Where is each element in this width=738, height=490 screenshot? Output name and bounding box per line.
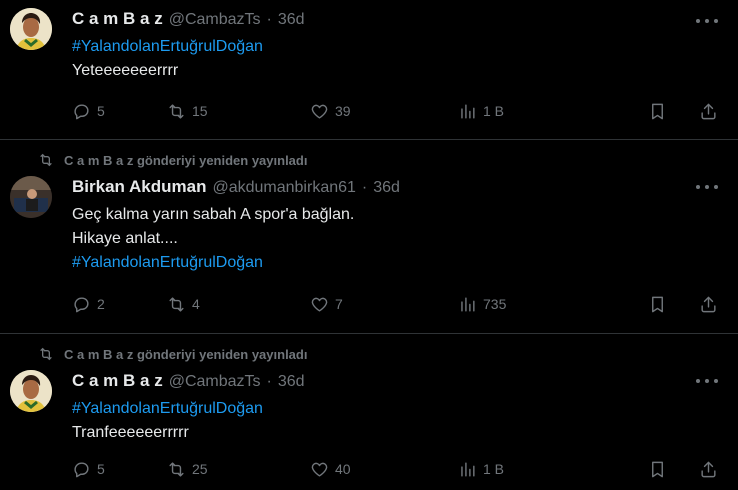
reply-icon [72,460,91,479]
more-icon[interactable] [696,14,718,28]
repost-indicator-icon [40,153,52,167]
repost-icon [167,460,186,479]
tweet[interactable]: C a m B a z gönderiyi yeniden yayınladı … [0,334,738,490]
avatar[interactable] [10,370,52,412]
tweet-header: C a m B a z @CambazTs · 36d [72,371,305,391]
views-button[interactable]: 1 B [458,102,576,121]
share-icon [699,460,718,479]
like-button[interactable]: 39 [310,102,458,121]
repost-text: C a m B a z gönderiyi yeniden yayınladı [64,152,308,168]
tweet-actions: 5 15 39 1 B [72,100,718,122]
tweet-header: Birkan Akduman @akdumanbirkan61 · 36d [72,177,400,197]
reply-icon [72,295,91,314]
view-count: 735 [483,296,507,312]
like-count: 39 [335,103,351,119]
share-icon [699,295,718,314]
avatar-man-yellow [10,8,52,50]
repost-icon [167,102,186,121]
share-button[interactable] [699,295,718,314]
like-button[interactable]: 7 [310,295,458,314]
repost-indicator[interactable]: C a m B a z gönderiyi yeniden yayınladı [38,152,307,168]
separator-dot: · [361,179,368,196]
hashtag-link[interactable]: #YalandolanErtuğrulDoğan [72,254,263,271]
separator-dot: · [266,373,272,390]
bookmark-button[interactable] [648,460,667,479]
tweet-text: Geç kalma yarın sabah A spor'a bağlan. H… [72,203,354,275]
tweet[interactable]: C a m B a z @CambazTs · 36d #YalandolanE… [0,0,738,140]
view-count: 1 B [483,461,505,477]
author-handle[interactable]: @CambazTs [169,11,261,29]
author-name[interactable]: C a m B a z [72,9,163,29]
share-icon [699,102,718,121]
avatar[interactable] [10,176,52,218]
tweet-header: C a m B a z @CambazTs · 36d [72,9,305,29]
bookmark-button[interactable] [648,102,667,121]
repost-indicator[interactable]: C a m B a z gönderiyi yeniden yayınladı [38,346,307,362]
bookmark-icon [648,460,667,479]
repost-count: 25 [192,461,208,477]
tweet-line: Yeteeeeeeerrrr [72,62,179,79]
views-button[interactable]: 735 [458,295,576,314]
like-icon [310,460,329,479]
tweet-line: Hikaye anlat.... [72,230,178,247]
share-button[interactable] [699,460,718,479]
tweet-text: #YalandolanErtuğrulDoğan Yeteeeeeeerrrr [72,35,263,83]
tweet-actions: 5 25 40 1 B [72,458,718,480]
author-handle[interactable]: @CambazTs [169,373,261,391]
repost-count: 4 [192,296,200,312]
reply-icon [72,102,91,121]
reply-button[interactable]: 2 [72,295,167,314]
author-name[interactable]: C a m B a z [72,371,163,391]
reply-count: 5 [97,461,105,477]
tweet-line: Geç kalma yarın sabah A spor'a bağlan. [72,206,355,223]
repost-count: 15 [192,103,208,119]
reply-button[interactable]: 5 [72,460,167,479]
like-icon [310,295,329,314]
view-count: 1 B [483,103,505,119]
views-button[interactable]: 1 B [458,460,576,479]
repost-button[interactable]: 15 [167,102,310,121]
views-icon [458,460,477,479]
author-handle[interactable]: @akdumanbirkan61 [212,179,355,197]
views-icon [458,295,477,314]
hashtag-link[interactable]: #YalandolanErtuğrulDoğan [72,38,263,55]
separator-dot: · [266,11,272,28]
repost-button[interactable]: 4 [167,295,310,314]
hashtag-link[interactable]: #YalandolanErtuğrulDoğan [72,400,263,417]
like-count: 40 [335,461,351,477]
tweet-time[interactable]: 36d [278,373,305,391]
repost-icon [167,295,186,314]
share-button[interactable] [699,102,718,121]
reply-count: 2 [97,296,105,312]
tweet-line: Tranfeeeeeerrrrr [72,424,189,441]
views-icon [458,102,477,121]
repost-button[interactable]: 25 [167,460,310,479]
like-count: 7 [335,296,343,312]
like-button[interactable]: 40 [310,460,458,479]
tweet-time[interactable]: 36d [373,179,400,197]
avatar[interactable] [10,8,52,50]
tweet-text: #YalandolanErtuğrulDoğan Tranfeeeeeerrrr… [72,397,263,445]
avatar-man-seated [10,176,52,218]
more-icon[interactable] [696,180,718,194]
avatar-man-yellow [10,370,52,412]
tweet-time[interactable]: 36d [278,11,305,29]
more-icon[interactable] [696,374,718,388]
reply-button[interactable]: 5 [72,102,167,121]
bookmark-icon [648,295,667,314]
author-name[interactable]: Birkan Akduman [72,177,206,197]
tweet-actions: 2 4 7 735 [72,293,718,315]
repost-indicator-icon [40,347,52,361]
reply-count: 5 [97,103,105,119]
bookmark-button[interactable] [648,295,667,314]
bookmark-icon [648,102,667,121]
like-icon [310,102,329,121]
tweet[interactable]: C a m B a z gönderiyi yeniden yayınladı … [0,140,738,334]
repost-text: C a m B a z gönderiyi yeniden yayınladı [64,346,308,362]
